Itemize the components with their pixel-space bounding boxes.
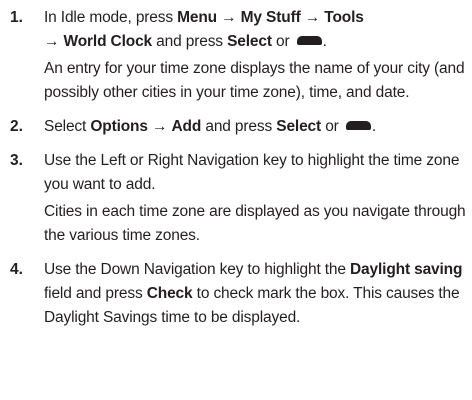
step-number: 1. [10, 9, 23, 26]
check-keyword: Check [146, 285, 193, 302]
step-text: Select Options → Add and press Select or… [44, 115, 466, 139]
arrow-separator: → [217, 9, 241, 26]
text-run: . [371, 118, 376, 135]
step-3: 3. Use the Left or Right Navigation key … [10, 149, 466, 248]
text-run: Select [44, 118, 91, 135]
left-soft-key-icon [345, 121, 371, 131]
options-keyword: Options [90, 118, 148, 135]
step-text: Use the Left or Right Navigation key to … [44, 152, 460, 193]
text-run: and press [201, 118, 277, 135]
tools-keyword: Tools [324, 9, 364, 26]
step-1: 1. In Idle mode, press Menu → My Stuff →… [10, 6, 466, 105]
step-2: 2. Select Options → Add and press Select… [10, 115, 466, 139]
step-text: In Idle mode, press Menu → My Stuff → To… [44, 6, 466, 54]
text-run: Use the Down Navigation key to highlight… [44, 261, 351, 278]
text-run: . [322, 33, 327, 50]
instruction-page: 1. In Idle mode, press Menu → My Stuff →… [0, 0, 472, 400]
menu-keyword: Menu [177, 9, 217, 26]
step-note: Cities in each time zone are displayed a… [44, 203, 466, 244]
step-text: Use the Down Navigation key to highlight… [44, 258, 466, 330]
left-soft-key-icon [296, 36, 322, 46]
my-stuff-keyword: My Stuff [240, 9, 301, 26]
step-4: 4. Use the Down Navigation key to highli… [10, 258, 466, 330]
text-run: field and press [44, 285, 147, 302]
select-keyword: Select [276, 118, 322, 135]
text-run: In Idle mode, press [44, 9, 178, 26]
step-number: 2. [10, 118, 23, 135]
arrow-separator: → [300, 9, 325, 26]
world-clock-keyword: World Clock [63, 33, 153, 50]
arrow-separator: → [147, 118, 172, 135]
text-run: or [271, 33, 294, 50]
add-keyword: Add [171, 118, 202, 135]
step-note: An entry for your time zone displays the… [44, 60, 465, 101]
step-number: 4. [10, 261, 23, 278]
text-run: and press [152, 33, 228, 50]
arrow-separator: → [44, 33, 64, 50]
select-keyword: Select [227, 33, 272, 50]
text-run: or [321, 118, 343, 135]
daylight-saving-keyword: Daylight saving [350, 261, 463, 278]
step-number: 3. [10, 152, 23, 169]
